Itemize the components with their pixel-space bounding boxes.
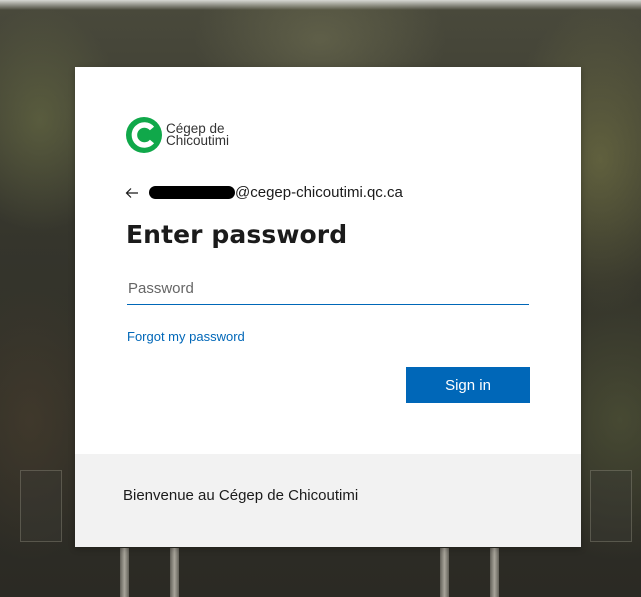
- background-column: [440, 548, 449, 597]
- sign-in-button[interactable]: Sign in: [406, 367, 530, 403]
- background-column: [490, 548, 499, 597]
- login-screen: Cégep de Chicoutimi @cegep-chicoutimi.qc…: [0, 0, 641, 597]
- dialog-footer: Bienvenue au Cégep de Chicoutimi: [75, 454, 581, 547]
- redacted-username: [149, 186, 235, 199]
- org-name: Cégep de Chicoutimi: [166, 122, 230, 148]
- password-input[interactable]: [127, 272, 529, 305]
- org-name-line2: Chicoutimi: [166, 133, 230, 148]
- dialog-body: Cégep de Chicoutimi @cegep-chicoutimi.qc…: [75, 67, 581, 454]
- org-logo: Cégep de Chicoutimi: [125, 116, 229, 154]
- background-column: [170, 548, 179, 597]
- page-title: Enter password: [126, 220, 348, 249]
- cegep-logo-icon: [126, 117, 162, 153]
- welcome-message: Bienvenue au Cégep de Chicoutimi: [123, 487, 359, 504]
- background-window: [590, 470, 632, 542]
- background-column: [120, 548, 129, 597]
- background-window: [20, 470, 62, 542]
- forgot-password-link[interactable]: Forgot my password: [127, 329, 245, 344]
- account-email-domain: @cegep-chicoutimi.qc.ca: [235, 184, 403, 201]
- sign-in-dialog: Cégep de Chicoutimi @cegep-chicoutimi.qc…: [75, 67, 581, 547]
- arrow-left-icon[interactable]: [125, 186, 139, 200]
- window-top-edge: [0, 0, 641, 10]
- account-identity: @cegep-chicoutimi.qc.ca: [125, 184, 403, 201]
